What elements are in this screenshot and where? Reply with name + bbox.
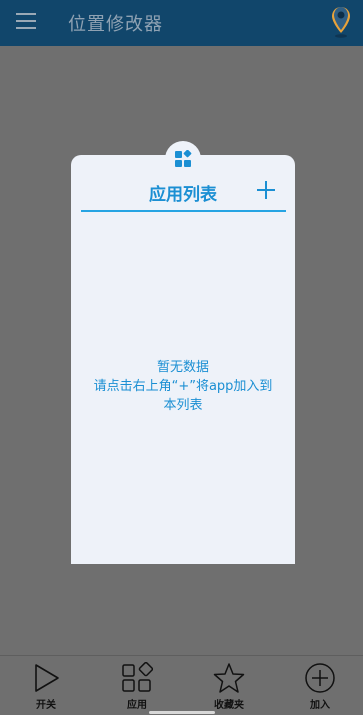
location-pin-icon[interactable] — [330, 5, 352, 39]
nav-favorites[interactable]: 收藏夹 — [199, 662, 259, 711]
nav-add[interactable]: 加入 — [290, 662, 350, 711]
plus-icon[interactable] — [255, 179, 277, 201]
title-divider — [81, 210, 286, 212]
top-app-bar: 位置修改器 — [0, 0, 363, 46]
apps-icon — [122, 662, 153, 692]
nav-add-label: 加入 — [310, 700, 330, 711]
play-icon — [35, 664, 59, 692]
bottom-navigation: 开关 应用 收藏夹 加入 — [0, 655, 363, 715]
nav-apps-label: 应用 — [127, 700, 147, 711]
nav-toggle[interactable]: 开关 — [16, 662, 76, 711]
apps-grid-icon — [165, 141, 201, 177]
hamburger-menu-icon[interactable] — [16, 13, 36, 29]
nav-toggle-label: 开关 — [36, 700, 56, 711]
nav-apps[interactable]: 应用 — [107, 662, 167, 711]
empty-line-2: 请点击右上角“+”将app加入到 — [93, 379, 273, 394]
empty-state-message: 暂无数据 请点击右上角“+”将app加入到 本列表 — [71, 358, 295, 415]
app-list-dialog: 应用列表 暂无数据 请点击右上角“+”将app加入到 本列表 — [71, 155, 295, 564]
empty-line-1: 暂无数据 — [156, 360, 209, 375]
empty-line-3: 本列表 — [163, 398, 203, 413]
home-indicator[interactable] — [149, 711, 215, 714]
app-title: 位置修改器 — [68, 14, 163, 35]
star-icon — [213, 663, 245, 693]
add-circle-icon — [305, 663, 335, 693]
nav-favorites-label: 收藏夹 — [214, 700, 244, 711]
